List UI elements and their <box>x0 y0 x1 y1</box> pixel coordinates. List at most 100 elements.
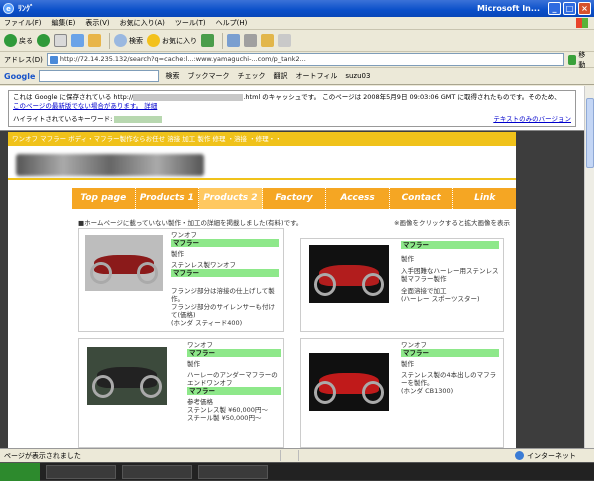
separator <box>222 32 223 49</box>
note-right: ※画像をクリックすると拡大画像を表示 <box>394 219 510 227</box>
card-label-muffler: マフラー <box>187 349 281 357</box>
card-body: ハーレーのアンダーマフラーのエンドワンオフ <box>187 371 278 387</box>
product-photo[interactable] <box>85 235 163 291</box>
google-check-button[interactable]: チェック <box>237 71 265 81</box>
stop-button[interactable] <box>54 34 67 47</box>
google-search-input[interactable] <box>39 70 160 82</box>
cache-text-1a: これは Google に保存されている http:// <box>13 93 134 101</box>
card-label-oneoff: ワンオフ <box>187 341 213 349</box>
google-toolbar: Google 検索 ブックマーク チェック 翻訳 オートフィル suzu03 <box>0 68 594 85</box>
google-translate-button[interactable]: 翻訳 <box>273 71 287 81</box>
nav-products-2[interactable]: Products 2 <box>199 188 263 209</box>
scroll-thumb[interactable] <box>586 98 594 168</box>
vertical-scrollbar[interactable] <box>584 86 594 448</box>
product-card: マフラー 製作 入手困難なハーレー用ステンレス製マフラー製作 全面溶接で加工 (… <box>300 238 504 332</box>
start-button[interactable] <box>0 462 40 481</box>
google-autofill-button[interactable]: オートフィル <box>295 71 337 81</box>
search-button[interactable]: 検索 <box>114 33 143 49</box>
history-button[interactable] <box>201 34 214 47</box>
discuss-button[interactable] <box>278 34 291 47</box>
card-price: (ホンダ スティード400) <box>171 319 243 327</box>
menu-help[interactable]: ヘルプ(H) <box>216 18 248 28</box>
status-text: ページが表示されました <box>4 451 81 460</box>
product-photo[interactable] <box>87 347 167 405</box>
card-label-make: 製作 <box>171 250 184 258</box>
minimize-button[interactable]: _ <box>548 2 561 15</box>
menu-bar: ファイル(F) 編集(E) 表示(V) お気に入り(A) ツール(T) ヘルプ(… <box>0 17 594 30</box>
back-button[interactable]: 戻る <box>4 33 33 49</box>
site-nav: Top page Products 1 Products 2 Factory A… <box>72 188 516 209</box>
card-body: ステンレス製の4本出しのマフラーを製作。 <box>401 371 497 387</box>
product-photo[interactable] <box>309 245 389 303</box>
address-label: アドレス(D) <box>4 55 43 64</box>
nav-factory[interactable]: Factory <box>263 188 327 209</box>
highlighted-keyword <box>114 115 163 123</box>
card-label-muffler2: マフラー <box>187 387 281 395</box>
window-title: ﾘﾝｸﾞ <box>18 4 34 13</box>
card-body: 参考価格 <box>187 398 213 406</box>
mail-button[interactable] <box>227 34 240 47</box>
star-icon <box>147 34 160 47</box>
card-label-make: 製作 <box>401 255 414 263</box>
site-top-bar: ワンオフ マフラー ボディ・マフラー製作ならお任せ 溶接 加工 製作 修理 ・溶… <box>8 132 516 146</box>
card-price: (ハーレー スポーツスター) <box>401 295 480 303</box>
separator <box>109 32 110 49</box>
forward-button[interactable] <box>37 34 50 47</box>
security-zone: インターネット <box>515 451 576 461</box>
title-bar: e ﾘﾝｸﾞ Microsoft In... _ □ × <box>0 0 594 17</box>
menu-favorites[interactable]: お気に入り(A) <box>120 18 165 28</box>
google-search-button[interactable]: 検索 <box>165 71 179 81</box>
card-body: フランジ部分のサイレンサーも付けて(価格) <box>171 303 275 319</box>
menu-tools[interactable]: ツール(T) <box>175 18 206 28</box>
windows-logo-icon <box>576 18 588 28</box>
maximize-button[interactable]: □ <box>563 2 576 15</box>
card-label-oneoff: ワンオフ <box>401 341 427 349</box>
products-body: ■ホームページに載っていない製作・加工の詳細を掲載しました(有料)です。 ※画像… <box>72 214 516 448</box>
google-bookmarks-button[interactable]: ブックマーク <box>187 71 229 81</box>
edit-button[interactable] <box>261 34 274 47</box>
taskbar-item[interactable] <box>122 464 192 479</box>
favorites-button[interactable]: お気に入り <box>147 33 197 49</box>
address-bar: アドレス(D) http://72.14.235.132/search?q=ca… <box>0 51 594 69</box>
status-cell <box>297 450 316 461</box>
card-label-muffler: マフラー <box>401 241 499 249</box>
cache-notice: これは Google に保存されている http:// .html のキャッシュで… <box>0 86 584 131</box>
home-button[interactable] <box>88 34 101 47</box>
nav-top-page[interactable]: Top page <box>72 188 136 209</box>
card-body: 入手困難なハーレー用ステンレス製マフラー製作 <box>401 267 499 283</box>
taskbar-item[interactable] <box>46 464 116 479</box>
text-only-link[interactable]: テキストのみのバージョン <box>493 115 571 124</box>
card-price: (ホンダ CB1300) <box>401 387 454 395</box>
back-arrow-icon <box>4 34 17 47</box>
nav-link[interactable]: Link <box>453 188 516 209</box>
status-bar: ページが表示されました インターネット <box>0 448 594 462</box>
taskbar-item[interactable] <box>198 464 268 479</box>
nav-contact[interactable]: Contact <box>390 188 454 209</box>
nav-products-1[interactable]: Products 1 <box>136 188 200 209</box>
print-button[interactable] <box>244 34 257 47</box>
site-logo[interactable] <box>16 154 204 176</box>
product-photo[interactable] <box>309 353 389 411</box>
site-header <box>8 146 516 188</box>
product-card: ワンオフ マフラー 製作 ハーレーのアンダーマフラーのエンドワンオフ マフラー … <box>78 338 284 448</box>
keyword-label: ハイライトされているキーワード: <box>13 115 113 123</box>
menu-view[interactable]: 表示(V) <box>85 18 109 28</box>
note-left: ■ホームページに載っていない製作・加工の詳細を掲載しました(有料)です。 <box>78 219 303 227</box>
status-cell <box>279 450 298 461</box>
refresh-button[interactable] <box>71 34 84 47</box>
latest-version-link[interactable]: このページの最新版でない場合があります。 詳細 <box>13 102 157 110</box>
address-input[interactable]: http://72.14.235.132/search?q=cache:l...… <box>46 53 564 66</box>
go-button[interactable]: 移動 <box>568 51 590 69</box>
card-price: スチール製 ¥50,000円～ <box>187 414 262 422</box>
menu-edit[interactable]: 編集(E) <box>52 18 76 28</box>
card-label-make: 製作 <box>401 360 414 368</box>
menu-file[interactable]: ファイル(F) <box>4 18 42 28</box>
website: ワンオフ マフラー ボディ・マフラー製作ならお任せ 溶接 加工 製作 修理 ・溶… <box>8 132 516 448</box>
google-user-button[interactable]: suzu03 <box>345 72 370 80</box>
card-body: 全面溶接で加工 <box>401 287 447 295</box>
ie-icon: e <box>3 3 14 14</box>
product-card: ワンオフ マフラー 製作 ステンレス製ワンオフ マフラー フランジ部分は溶接の仕… <box>78 228 284 332</box>
close-button[interactable]: × <box>578 2 591 15</box>
card-label-muffler: マフラー <box>401 349 499 357</box>
nav-access[interactable]: Access <box>326 188 390 209</box>
